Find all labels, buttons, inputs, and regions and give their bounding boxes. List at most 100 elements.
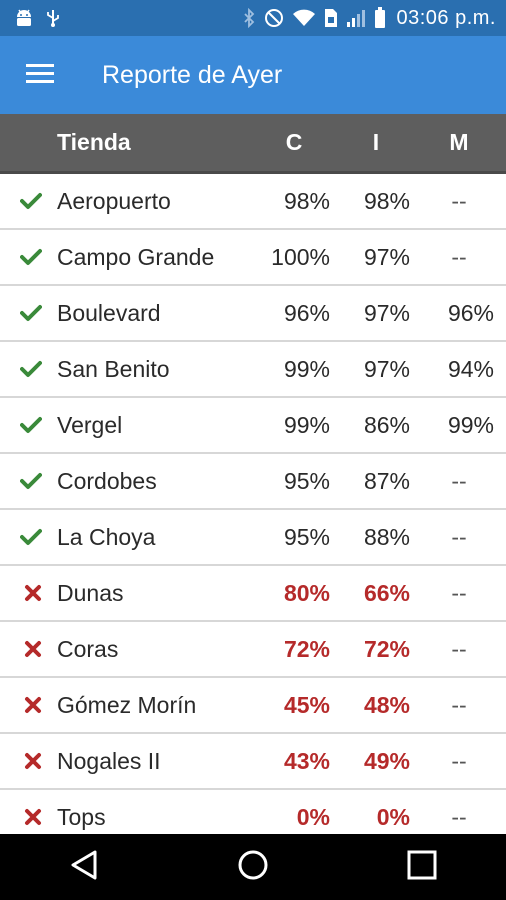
store-name: Campo Grande	[57, 243, 215, 270]
table-body[interactable]: Aeropuerto 98% 98% -- Campo Grande 100% 97% -- B…	[0, 174, 506, 834]
check-icon	[20, 342, 42, 396]
status-bar-right: 03:06 p.m.	[242, 7, 496, 30]
value-m: --	[451, 691, 467, 718]
value-c: 99%	[283, 411, 330, 438]
table-row[interactable]: Tops 0% 0% --	[0, 790, 506, 834]
cross-icon	[24, 622, 42, 676]
navigation-bar	[0, 834, 506, 900]
do-not-disturb-icon	[264, 7, 284, 29]
value-c: 95%	[283, 523, 330, 550]
value-m: --	[451, 747, 467, 774]
value-c: 96%	[283, 299, 330, 326]
back-button[interactable]	[44, 834, 124, 900]
value-i: 72%	[363, 635, 410, 662]
value-i: 86%	[363, 411, 410, 438]
page-title: Reporte de Ayer	[102, 60, 283, 89]
value-i: 66%	[363, 579, 410, 606]
table-row[interactable]: Aeropuerto 98% 98% --	[0, 174, 506, 230]
store-name: Boulevard	[57, 299, 161, 326]
value-m: --	[451, 187, 467, 214]
store-name: San Benito	[57, 355, 170, 382]
signal-icon	[346, 7, 366, 29]
check-icon	[20, 454, 42, 508]
value-i: 87%	[363, 467, 410, 494]
value-c: 100%	[271, 243, 330, 270]
check-icon	[20, 286, 42, 340]
value-i: 49%	[363, 747, 410, 774]
cross-icon	[24, 566, 42, 620]
hamburger-menu-icon	[26, 62, 54, 89]
table-row[interactable]: Vergel 99% 86% 99%	[0, 398, 506, 454]
value-c: 95%	[283, 467, 330, 494]
table-row[interactable]: Boulevard 96% 97% 96%	[0, 286, 506, 342]
value-i: 88%	[363, 523, 410, 550]
check-icon	[20, 230, 42, 284]
value-c: 99%	[283, 355, 330, 382]
value-c: 0%	[296, 803, 330, 830]
menu-button[interactable]	[0, 36, 80, 114]
status-bar: 03:06 p.m.	[0, 0, 506, 36]
cross-icon	[24, 790, 42, 834]
value-m: --	[451, 579, 467, 606]
app-bar: Reporte de Ayer	[0, 36, 506, 114]
value-i: 98%	[363, 187, 410, 214]
bluetooth-icon	[242, 7, 256, 29]
table-row[interactable]: Nogales II 43% 49% --	[0, 734, 506, 790]
table-header: Tienda C I M	[0, 114, 506, 174]
wifi-icon	[292, 7, 316, 29]
value-m: --	[451, 523, 467, 550]
check-icon	[20, 174, 42, 228]
table-row[interactable]: Cordobes 95% 87% --	[0, 454, 506, 510]
status-bar-left	[14, 7, 60, 29]
value-i: 48%	[363, 691, 410, 718]
battery-icon	[374, 7, 386, 29]
value-i: 0%	[376, 803, 410, 830]
check-icon	[20, 398, 42, 452]
value-m: --	[451, 243, 467, 270]
recent-apps-icon	[407, 850, 437, 885]
store-name: Vergel	[57, 411, 123, 438]
value-m: 99%	[447, 411, 494, 438]
home-button[interactable]	[213, 834, 293, 900]
table-row[interactable]: San Benito 99% 97% 94%	[0, 342, 506, 398]
value-c: 80%	[283, 579, 330, 606]
home-icon	[237, 849, 269, 886]
store-name: Aeropuerto	[57, 187, 171, 214]
value-m: 96%	[447, 299, 494, 326]
value-c: 72%	[283, 635, 330, 662]
header-c: C	[285, 129, 303, 155]
store-name: Dunas	[57, 579, 124, 606]
value-c: 98%	[283, 187, 330, 214]
value-i: 97%	[363, 243, 410, 270]
value-c: 43%	[283, 747, 330, 774]
value-m: --	[451, 467, 467, 494]
value-m: 94%	[447, 355, 494, 382]
table-row[interactable]: Gómez Morín 45% 48% --	[0, 678, 506, 734]
store-name: Coras	[57, 635, 119, 662]
table-row[interactable]: Campo Grande 100% 97% --	[0, 230, 506, 286]
usb-icon	[46, 7, 60, 29]
cross-icon	[24, 678, 42, 732]
header-store: Tienda	[57, 129, 131, 155]
store-name: Gómez Morín	[57, 691, 197, 718]
value-c: 45%	[283, 691, 330, 718]
sim-icon	[324, 7, 338, 29]
status-time: 03:06 p.m.	[396, 6, 496, 29]
table-row[interactable]: Coras 72% 72% --	[0, 622, 506, 678]
value-i: 97%	[363, 355, 410, 382]
check-icon	[20, 510, 42, 564]
recent-apps-button[interactable]	[382, 834, 462, 900]
value-m: --	[451, 635, 467, 662]
cross-icon	[24, 734, 42, 788]
android-icon	[14, 7, 34, 29]
value-m: --	[451, 803, 467, 830]
store-name: La Choya	[57, 523, 156, 550]
store-name: Cordobes	[57, 467, 157, 494]
back-icon	[69, 849, 99, 886]
store-name: Nogales II	[57, 747, 161, 774]
header-m: M	[449, 129, 469, 155]
table-row[interactable]: La Choya 95% 88% --	[0, 510, 506, 566]
store-name: Tops	[57, 803, 106, 830]
value-i: 97%	[363, 299, 410, 326]
table-row[interactable]: Dunas 80% 66% --	[0, 566, 506, 622]
